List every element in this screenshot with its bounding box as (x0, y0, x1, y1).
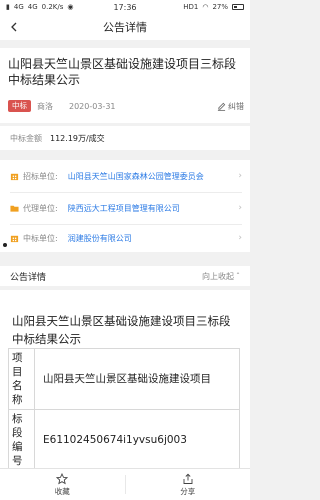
divider (10, 192, 242, 193)
amount-label: 中标金额 (10, 133, 42, 143)
favorite-button[interactable]: 收藏 (0, 469, 125, 500)
back-button[interactable] (6, 19, 22, 35)
section-header: 公告详情 向上收起 ˆ (0, 266, 250, 286)
detail-table: 项目名称 山阳县天竺山景区基础设施建设项目 标段编号 E61102450674i… (8, 348, 240, 471)
dot-marker (3, 243, 7, 247)
collapse-button[interactable]: 向上收起 ˆ (202, 271, 240, 282)
unit-value: 润建股份有限公司 (67, 233, 132, 243)
collapse-label: 向上收起 (202, 271, 234, 281)
correct-label: 纠错 (228, 101, 244, 111)
building-icon (10, 172, 19, 181)
unit-label: 中标单位: (23, 233, 58, 243)
share-label: 分享 (180, 486, 196, 496)
page-title: 山阳县天竺山景区基础设施建设项目三标段中标结果公示 (8, 57, 237, 87)
unit-label: 代理单位: (23, 203, 58, 213)
chevron-right-icon: › (238, 171, 242, 181)
chevron-right-icon: › (238, 203, 242, 213)
unit-value: 山阳县天竺山国家森林公园管理委员会 (67, 171, 204, 181)
chevron-right-icon: › (238, 233, 242, 243)
table-key: 项目名称 (8, 348, 35, 410)
divider (10, 224, 242, 225)
table-value: 山阳县天竺山景区基础设施建设项目 (34, 348, 240, 410)
nav-bar: 公告详情 (0, 14, 250, 40)
table-key: 标段编号 (8, 409, 35, 471)
battery-icon (232, 4, 244, 10)
amount-card: 中标金额 112.19万/成交 (0, 126, 250, 150)
share-icon (183, 473, 193, 484)
edit-icon (217, 102, 226, 111)
building-icon (10, 234, 19, 243)
chevron-up-icon: ˆ (236, 271, 240, 281)
table-row: 标段编号 E61102450674i1yvsu6j003 (8, 409, 240, 471)
unit-row-winner[interactable]: 中标单位: 润建股份有限公司 › (10, 226, 242, 250)
correct-button[interactable]: 纠错 (217, 101, 244, 112)
star-icon (56, 472, 69, 484)
share-button[interactable]: 分享 (126, 469, 251, 500)
section-title: 公告详情 (10, 272, 47, 283)
status-bar: ▮ 4G 4G 0.2K/s ◉ 17:36 HD1 ◠ 27% (0, 0, 250, 14)
header-card: 山阳县天竺山景区基础设施建设项目三标段中标结果公示 中标 商洛 2020-03-… (0, 48, 250, 123)
status-time: 17:36 (113, 2, 137, 12)
bottom-bar: 收藏 分享 (0, 468, 250, 500)
unit-row-tenderer[interactable]: 招标单位: 山阳县天竺山国家森林公园管理委员会 › (10, 164, 242, 188)
table-value: E61102450674i1yvsu6j003 (34, 409, 240, 471)
unit-row-agent[interactable]: 代理单位: 陕西远大工程项目管理有限公司 › (10, 196, 242, 220)
status-badge: 中标 (8, 100, 31, 112)
publish-date: 2020-03-31 (69, 101, 116, 111)
region-label: 商洛 (37, 101, 53, 111)
units-card: 招标单位: 山阳县天竺山国家森林公园管理委员会 › 代理单位: 陕西远大工程项目… (0, 160, 250, 252)
unit-value: 陕西远大工程项目管理有限公司 (67, 203, 180, 213)
unit-label: 招标单位: (23, 171, 58, 181)
detail-title: 山阳县天竺山景区基础设施建设项目三标段中标结果公示 (12, 314, 231, 346)
favorite-label: 收藏 (54, 486, 70, 496)
nav-title: 公告详情 (103, 21, 147, 34)
table-row: 项目名称 山阳县天竺山景区基础设施建设项目 (8, 348, 240, 410)
meta-row: 中标 商洛 2020-03-31 纠错 (8, 99, 244, 113)
amount-value: 112.19万/成交 (50, 133, 105, 143)
detail-card: 山阳县天竺山景区基础设施建设项目三标段中标结果公示 项目名称 山阳县天竺山景区基… (0, 290, 250, 471)
back-arrow-icon (11, 22, 17, 32)
folder-icon (10, 204, 19, 213)
